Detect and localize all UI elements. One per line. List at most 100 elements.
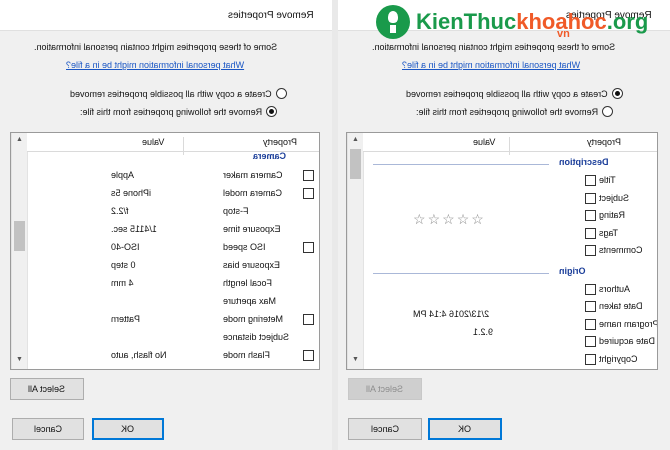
property-label: Max aperture (223, 296, 277, 306)
scroll-down-icon[interactable]: ▼ (12, 353, 27, 367)
property-label: Subject distance (223, 332, 290, 342)
table-row[interactable]: Flash mode No flash, auto (27, 347, 319, 364)
right-scroll-thumb[interactable] (350, 149, 361, 179)
left-radio-remove-following[interactable]: Remove the following properties from thi… (80, 106, 278, 117)
table-row[interactable]: Camera model iPhone 5s (27, 185, 319, 202)
star-outline-icon[interactable]: ☆ (442, 211, 457, 227)
property-checkbox[interactable] (585, 192, 596, 204)
property-checkbox[interactable] (585, 336, 596, 347)
right-scrollbar[interactable]: ▲ ▼ (347, 133, 364, 369)
right-radio-create-copy[interactable]: Create a copy with all possible properti… (406, 88, 623, 99)
property-label: Date taken (599, 301, 643, 311)
right-info-link[interactable]: What personal information might be in a … (402, 60, 580, 70)
left-ok-button[interactable]: OK (92, 418, 164, 440)
table-row[interactable]: Exposure time 1/4115 sec. (27, 221, 319, 238)
property-value: Apple (111, 170, 135, 180)
right-radio-remove-following-indicator[interactable] (602, 106, 614, 117)
property-label: Program name (599, 318, 658, 329)
left-select-all-button[interactable]: Select All (10, 378, 84, 400)
property-checkbox[interactable] (585, 283, 596, 295)
left-column-value[interactable]: Value (142, 137, 164, 147)
property-checkbox[interactable] (585, 318, 596, 330)
left-column-property[interactable]: Property (263, 137, 297, 147)
right-column-property[interactable]: Property (587, 137, 621, 147)
right-radio-remove-following[interactable]: Remove the following properties from thi… (416, 106, 614, 117)
property-value: ISO-40 (111, 242, 140, 252)
table-row[interactable]: Authors (363, 281, 657, 298)
watermark-text: KienThuckhoahoc.org (416, 9, 648, 35)
left-scrollbar[interactable]: ▲ ▼ (11, 133, 28, 369)
table-row[interactable]: Title (363, 172, 657, 189)
property-group: Description (363, 155, 657, 171)
table-row[interactable]: Program name (363, 316, 657, 333)
right-column-divider (509, 137, 510, 155)
property-label: ISO speed (223, 242, 266, 252)
left-radio-create-copy-indicator[interactable] (275, 88, 287, 99)
property-checkbox[interactable] (585, 210, 596, 221)
scroll-down-icon[interactable]: ▼ (348, 353, 363, 367)
table-row[interactable]: Exposure bias 0 step (27, 257, 319, 274)
left-ok-label: OK (121, 424, 135, 434)
scroll-up-icon[interactable]: ▲ (348, 133, 363, 147)
property-label: Subject (599, 192, 630, 203)
property-checkbox[interactable] (303, 242, 314, 253)
lightbulb-logo-icon (376, 5, 410, 39)
table-row[interactable]: ISO speed ISO-40 (27, 239, 319, 256)
table-row[interactable]: Subject (363, 190, 657, 207)
property-label: Date acquired (599, 336, 656, 346)
table-row[interactable]: Metering mode Pattern (27, 311, 319, 328)
table-row[interactable]: Focal length 4 mm (27, 275, 319, 292)
property-checkbox[interactable] (585, 175, 596, 186)
star-outline-icon[interactable]: ☆ (457, 211, 472, 227)
left-cancel-button[interactable]: Cancel (12, 418, 84, 440)
table-row[interactable]: Date acquired (363, 333, 657, 350)
table-row[interactable]: Flash energy (27, 365, 319, 369)
right-radio-create-copy-indicator[interactable] (611, 88, 623, 99)
right-select-all-label: Select All (366, 384, 404, 394)
property-checkbox[interactable] (303, 314, 314, 325)
table-row[interactable]: Comments (363, 242, 657, 259)
table-row[interactable]: Subject distance (27, 329, 319, 346)
left-radio-remove-following-indicator[interactable] (266, 106, 278, 117)
property-checkbox[interactable] (585, 245, 596, 256)
star-outline-icon[interactable]: ☆ (471, 211, 486, 227)
property-checkbox[interactable] (303, 170, 314, 181)
property-value: f/2.2 (111, 206, 129, 216)
property-checkbox[interactable] (585, 301, 596, 312)
watermark: KienThuckhoahoc.org (376, 2, 648, 42)
star-outline-icon[interactable]: ☆ (413, 211, 428, 227)
left-group-camera: Camera (27, 147, 319, 163)
right-select-all-button[interactable]: Select All (348, 378, 422, 400)
table-row[interactable]: Max aperture (27, 293, 319, 310)
star-outline-icon[interactable]: ☆ (428, 211, 443, 227)
rating-stars[interactable]: ☆☆☆☆☆ (413, 211, 486, 228)
scroll-up-icon[interactable]: ▲ (12, 133, 27, 147)
right-property-list[interactable]: ▲ ▼ Value Property Description Title Subje… (346, 132, 658, 370)
table-row[interactable]: Rating (363, 207, 657, 224)
left-info-link[interactable]: What personal information might be in a … (66, 60, 244, 70)
left-radio-create-copy[interactable]: Create a copy with all possible properti… (70, 88, 287, 99)
property-checkbox[interactable] (303, 188, 314, 199)
right-column-value[interactable]: Value (473, 137, 495, 147)
property-value: Pattern (111, 314, 141, 324)
right-ok-button[interactable]: OK (428, 418, 502, 440)
table-row[interactable]: Camera maker Apple (27, 167, 319, 184)
left-property-list[interactable]: ▲ ▼ Value Property Camera Camera maker Ap… (10, 132, 320, 370)
property-checkbox[interactable] (303, 350, 314, 361)
left-info-text: Some of these properties might contain p… (34, 42, 278, 52)
property-group: Origin (363, 264, 657, 280)
property-value: 4 mm (111, 278, 134, 288)
table-row[interactable]: F-stop f/2.2 (27, 203, 319, 220)
right-cancel-button[interactable]: Cancel (348, 418, 422, 440)
property-checkbox[interactable] (585, 353, 596, 365)
table-row[interactable]: Date taken (363, 298, 657, 315)
property-label: Exposure time (223, 224, 281, 234)
watermark-brand: KienThuc (416, 9, 517, 34)
property-value: 0 step (111, 260, 136, 270)
property-checkbox[interactable] (585, 227, 596, 239)
right-date-taken-value: 2/13/2016 4:14 PM (413, 309, 490, 319)
left-radio-remove-following-label: Remove the following properties from thi… (80, 106, 263, 117)
table-row[interactable]: Copyright (363, 351, 657, 368)
left-scroll-thumb[interactable] (14, 221, 25, 251)
table-row[interactable]: Tags (363, 225, 657, 242)
